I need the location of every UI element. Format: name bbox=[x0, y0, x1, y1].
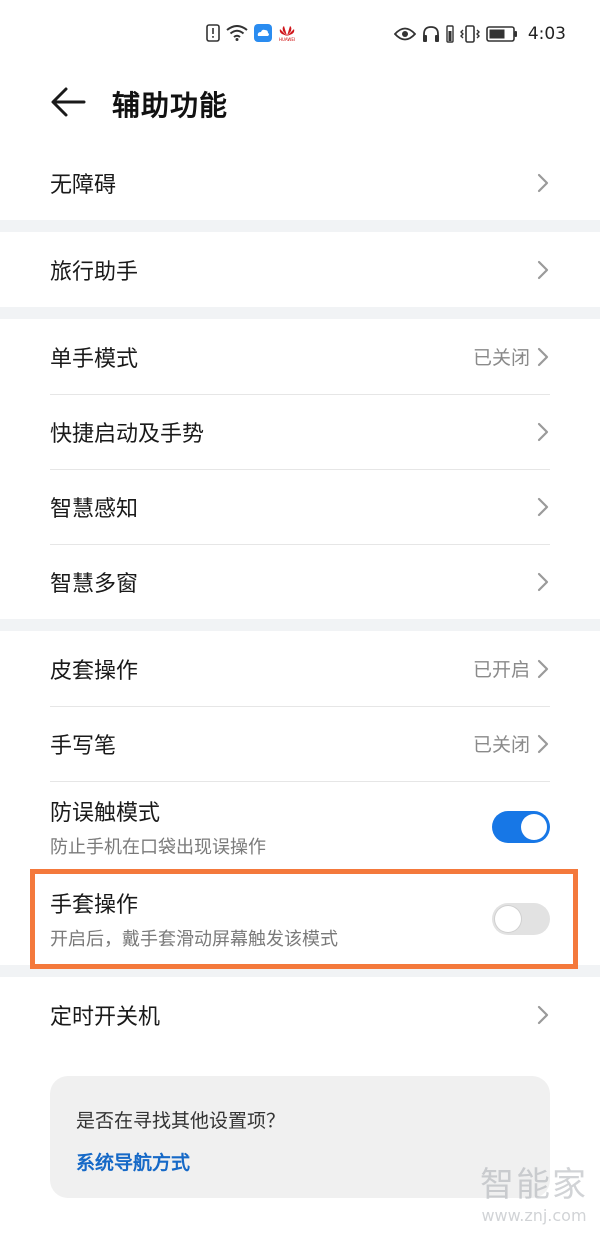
quick-launch-gestures-row[interactable]: 快捷启动及手势 bbox=[50, 394, 550, 469]
accessibility-label: 无障碍 bbox=[50, 172, 117, 198]
chevron-right-icon bbox=[537, 572, 549, 591]
chevron-right-icon bbox=[537, 347, 549, 366]
headphone-icon bbox=[422, 26, 439, 42]
smart-multi-window-row[interactable]: 智慧多窗 bbox=[50, 544, 550, 619]
flip-cover-label: 皮套操作 bbox=[50, 658, 139, 684]
watermark-logo: 智能家 bbox=[480, 1165, 588, 1205]
watermark: 智能家 www.znj.com bbox=[480, 1157, 588, 1225]
cloud-icon bbox=[254, 24, 272, 42]
group-separator bbox=[0, 220, 600, 232]
stylus-row[interactable]: 手写笔 已关闭 bbox=[50, 706, 550, 781]
pocket-mode-description: 防止手机在口袋出现误操作 bbox=[50, 837, 266, 858]
system-navigation-link[interactable]: 系统导航方式 bbox=[76, 1148, 190, 1175]
pocket-mode-toggle[interactable] bbox=[492, 811, 550, 843]
eye-icon bbox=[393, 27, 416, 41]
signal-icon bbox=[446, 25, 454, 43]
app-header: 辅助功能 bbox=[0, 70, 600, 134]
group-separator bbox=[0, 307, 600, 319]
smart-perception-row[interactable]: 智慧感知 bbox=[50, 469, 550, 544]
pocket-mode-row: 防误触模式 防止手机在口袋出现误操作 bbox=[50, 781, 550, 873]
chevron-right-icon bbox=[537, 260, 549, 279]
highlight-box bbox=[30, 869, 578, 969]
vibrate-icon bbox=[459, 25, 480, 43]
huawei-logo: HUAWEI bbox=[278, 25, 296, 42]
chevron-right-icon bbox=[537, 497, 549, 516]
travel-assistant-label: 旅行助手 bbox=[50, 259, 139, 285]
one-hand-mode-status: 已关闭 bbox=[472, 347, 530, 369]
chevron-right-icon bbox=[537, 422, 549, 441]
toggle-knob bbox=[521, 814, 547, 840]
related-settings-question: 是否在寻找其他设置项？ bbox=[76, 1110, 286, 1132]
huawei-label: HUAWEI bbox=[278, 36, 296, 42]
pocket-mode-label: 防误触模式 bbox=[50, 801, 161, 826]
flip-cover-status: 已开启 bbox=[472, 659, 530, 681]
chevron-right-icon bbox=[537, 1005, 549, 1024]
chevron-right-icon bbox=[537, 659, 549, 678]
settings-group-travel: 旅行助手 bbox=[0, 232, 600, 307]
scheduled-power-label: 定时开关机 bbox=[50, 1004, 161, 1030]
status-left-icons: HUAWEI bbox=[206, 24, 296, 42]
one-hand-mode-label: 单手模式 bbox=[50, 346, 139, 372]
page-title: 辅助功能 bbox=[112, 89, 229, 122]
status-bar: HUAWEI 4:03 bbox=[0, 0, 600, 70]
settings-group-accessibility: 无障碍 bbox=[0, 145, 600, 220]
flip-cover-row[interactable]: 皮套操作 已开启 bbox=[50, 631, 550, 706]
alert-icon bbox=[206, 24, 220, 42]
smart-perception-label: 智慧感知 bbox=[50, 496, 139, 522]
watermark-url: www.znj.com bbox=[481, 1206, 587, 1225]
chevron-right-icon bbox=[537, 173, 549, 192]
travel-assistant-row[interactable]: 旅行助手 bbox=[50, 232, 550, 307]
related-settings-card: 是否在寻找其他设置项？ 系统导航方式 bbox=[50, 1076, 550, 1198]
battery-icon bbox=[486, 26, 517, 42]
status-right-icons: 4:03 bbox=[393, 24, 566, 44]
stylus-status: 已关闭 bbox=[472, 734, 530, 756]
chevron-right-icon bbox=[537, 734, 549, 753]
back-arrow-icon[interactable] bbox=[50, 84, 86, 120]
smart-multi-window-label: 智慧多窗 bbox=[50, 571, 139, 597]
group-separator bbox=[0, 619, 600, 631]
wifi-icon bbox=[226, 25, 248, 41]
quick-launch-gestures-label: 快捷启动及手势 bbox=[50, 421, 205, 447]
settings-group-schedule: 定时开关机 bbox=[0, 977, 600, 1052]
scheduled-power-row[interactable]: 定时开关机 bbox=[50, 977, 550, 1052]
settings-group-smart: 单手模式 已关闭 快捷启动及手势 智慧感知 智慧多窗 bbox=[0, 319, 600, 619]
stylus-label: 手写笔 bbox=[50, 733, 117, 759]
one-hand-mode-row[interactable]: 单手模式 已关闭 bbox=[50, 319, 550, 394]
accessibility-row[interactable]: 无障碍 bbox=[50, 145, 550, 220]
status-time: 4:03 bbox=[527, 24, 566, 44]
